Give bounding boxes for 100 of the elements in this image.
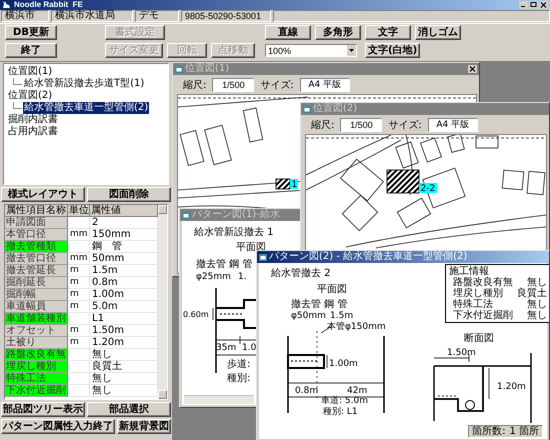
- scale-field[interactable]: 1/500: [212, 78, 254, 92]
- table-cell: 本管口径: [5, 229, 68, 241]
- table-cell: m: [68, 301, 90, 313]
- info-name: 下水付近掘削: [453, 310, 513, 321]
- document-icon: [303, 106, 311, 112]
- scrollbar[interactable]: [158, 205, 167, 399]
- tree-item[interactable]: 給水管撤去車道一型管側(2): [23, 102, 150, 114]
- table-cell: 申請図面: [5, 217, 68, 229]
- table-cell: [68, 217, 90, 229]
- drawing-label: 給水管新設撤去 1: [194, 227, 274, 238]
- tree-item[interactable]: 位置図(1): [7, 66, 54, 78]
- panel-button[interactable]: 部品選択: [87, 402, 171, 417]
- marker-label: 2-2: [419, 183, 437, 194]
- toolbar-button[interactable]: 消しゴム: [415, 25, 461, 40]
- hatched-marker: [276, 178, 290, 190]
- building-outline: [526, 170, 546, 196]
- building-outline: [340, 158, 384, 202]
- table-cell: 撤去管延長: [5, 265, 68, 277]
- table-cell: 土被り: [5, 337, 68, 349]
- scale-label: 縮尺:: [183, 78, 206, 92]
- info-field: デモ: [135, 10, 179, 22]
- table-cell: 撤去管口径: [5, 253, 68, 265]
- building-outline: [242, 108, 264, 142]
- drawing-label: 1.20m: [497, 382, 526, 392]
- building-outline: [180, 130, 204, 166]
- drawing-label: 本管φ150mm: [327, 322, 386, 332]
- size-field[interactable]: A4 平版: [300, 78, 350, 92]
- zoom-dropdown[interactable]: 100%: [265, 44, 357, 57]
- tree-item[interactable]: 給水管新設撤去歩道T型(1): [23, 78, 146, 90]
- panel-button[interactable]: 様式レイアウト: [1, 187, 85, 202]
- size-label: サイズ:: [260, 78, 294, 92]
- scale-field[interactable]: 1/500: [340, 118, 382, 132]
- info-field: 横浜市: [1, 10, 49, 22]
- info-field: 9805-50290-53001: [181, 10, 271, 22]
- drawing-label: 42m: [347, 386, 368, 396]
- info-name: 特殊工法: [453, 299, 493, 310]
- drawing-label: 1.5m: [330, 311, 354, 321]
- caret-icon[interactable]: [347, 45, 356, 56]
- building-outline: [342, 194, 378, 232]
- info-value: 無し: [527, 277, 547, 288]
- drawing-label: 0.60m: [183, 310, 209, 319]
- drawing-label: 0.8m: [295, 386, 318, 396]
- document-icon: [259, 254, 267, 260]
- window-title: パターン図(1)-給水: [192, 209, 280, 221]
- drawing-label: 車道: 5.0m: [321, 396, 368, 406]
- building-outline: [502, 170, 524, 190]
- drawing-label: 1.: [238, 272, 247, 282]
- maximize-button[interactable]: [529, 1, 538, 9]
- size-field[interactable]: A4 平版: [428, 118, 478, 132]
- table-cell: 埋戻し種別: [5, 361, 68, 373]
- drawing-label: 撤去管 鋼 管: [291, 299, 348, 310]
- info-field: 横浜市水道局: [51, 10, 133, 22]
- drawing-label: 歩道:: [227, 359, 250, 370]
- toolbar-button[interactable]: 終了: [5, 43, 57, 58]
- drawing-label: 平面図: [317, 284, 347, 295]
- toolbar-button[interactable]: 文字(白地): [365, 43, 420, 58]
- close-button[interactable]: [468, 65, 477, 73]
- toolbar-button[interactable]: 多角形: [315, 25, 361, 40]
- status-value: 1 箇所: [509, 426, 539, 437]
- column-header: 単位: [68, 205, 90, 217]
- building-outline: [447, 135, 465, 153]
- info-value: 無し: [527, 299, 547, 310]
- table-cell: 撤去管種類: [5, 241, 68, 253]
- column-header: 属性項目名称: [5, 205, 68, 217]
- status-label: 箇所数:: [472, 426, 506, 437]
- table-cell: 車道舗装種別: [5, 313, 68, 325]
- table-cell: m: [68, 265, 90, 277]
- tree-item[interactable]: 掘削内訳書: [7, 114, 59, 126]
- tree-item[interactable]: 位置図(2): [7, 90, 54, 102]
- panel-button[interactable]: 部品図ツリー表示: [1, 402, 85, 417]
- table-cell: 特殊工法: [5, 373, 68, 385]
- panel-button[interactable]: 新規背景図: [117, 419, 171, 434]
- window-title: 位置図(1): [185, 63, 230, 75]
- panel-button[interactable]: パターン図属性入力終了: [1, 419, 115, 434]
- building-outline: [395, 141, 419, 169]
- close-button[interactable]: [539, 1, 548, 9]
- minimize-button[interactable]: [519, 1, 528, 9]
- column-header: 属性値: [90, 205, 158, 217]
- table-cell: オフセット: [5, 325, 68, 337]
- drawing-label: 1.50m: [447, 348, 476, 358]
- toolbar-button[interactable]: 文字: [365, 25, 411, 40]
- table-cell: m: [68, 277, 90, 289]
- tree-item[interactable]: 占用内訳書: [7, 126, 59, 138]
- marker-label: 1: [290, 179, 298, 190]
- table-cell: [68, 385, 90, 397]
- building-outline: [420, 138, 442, 162]
- panel-button[interactable]: 図面削除: [87, 187, 171, 202]
- scale-label: 縮尺:: [311, 118, 334, 132]
- window-title-bar[interactable]: パターン図(2) - 給水管撤去車道一型管側(2): [257, 251, 549, 263]
- table-cell: 車道幅員: [5, 301, 68, 313]
- toolbar-button[interactable]: DB更新: [5, 25, 57, 40]
- drawing-label: 断面図: [464, 333, 494, 344]
- toolbar-button[interactable]: 直線: [265, 25, 311, 40]
- scrollbar[interactable]: [184, 395, 254, 404]
- building-outline: [476, 136, 498, 148]
- info-name: 埋戻し種別: [453, 288, 503, 299]
- table-cell: m: [68, 337, 90, 349]
- table-cell: [68, 349, 90, 361]
- size-label: サイズ:: [388, 118, 422, 132]
- drawing-label: 1.00m: [329, 359, 358, 369]
